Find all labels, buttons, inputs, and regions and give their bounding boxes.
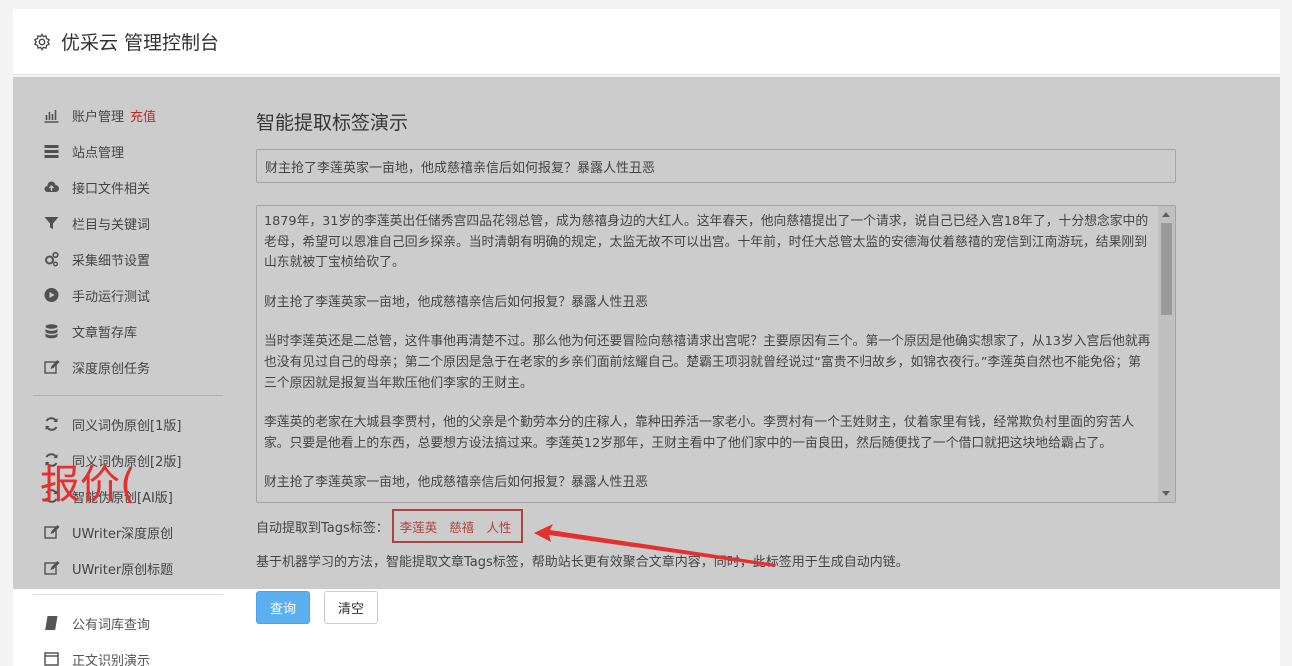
scroll-up-icon[interactable] bbox=[1162, 212, 1170, 217]
sidebar-item-label: 栏目与关键词 bbox=[72, 217, 151, 233]
sidebar-item-manual-run[interactable]: 手动运行测试 bbox=[33, 277, 223, 313]
watermark-text: 报价( bbox=[40, 462, 136, 508]
sidebar-item-label: 深度原创任务 bbox=[72, 361, 151, 377]
bar-chart-icon bbox=[44, 110, 59, 123]
query-button[interactable]: 查询 bbox=[256, 591, 310, 624]
sidebar-item-label: 同义词伪原创[1版] bbox=[72, 418, 182, 434]
edit-icon bbox=[44, 525, 60, 539]
scrollbar-thumb[interactable] bbox=[1161, 223, 1172, 315]
sidebar-item-label: UWriter原创标题 bbox=[72, 562, 174, 578]
edit-icon bbox=[44, 561, 60, 575]
edit-icon bbox=[44, 360, 60, 374]
sidebar-item-label: 文章暂存库 bbox=[72, 325, 138, 341]
sidebar-item-label: UWriter深度原创 bbox=[72, 526, 174, 542]
recharge-link[interactable]: 充值 bbox=[130, 106, 156, 125]
content-paragraph: 当时李莲英还是二总管，这件事他再清楚不过。那么他为何还要冒险向慈禧请求出宫呢？主… bbox=[264, 334, 1151, 391]
sidebar-item-label: 手动运行测试 bbox=[72, 289, 151, 305]
sidebar-item-collect-settings[interactable]: 采集细节设置 bbox=[33, 241, 223, 277]
refresh-icon bbox=[45, 417, 58, 431]
sidebar-item-label: 正文识别演示 bbox=[72, 653, 151, 666]
sidebar-item-account[interactable]: 账户管理 充值 bbox=[33, 97, 223, 133]
window-icon bbox=[44, 652, 59, 666]
sidebar-item-label: 采集细节设置 bbox=[72, 253, 151, 269]
clear-button[interactable]: 清空 bbox=[324, 591, 378, 624]
sidebar-item-label: 账户管理 bbox=[72, 109, 125, 125]
article-title-input[interactable] bbox=[256, 149, 1176, 183]
tag-item[interactable]: 慈禧 bbox=[449, 517, 474, 536]
sidebar-item-label: 公有词库查询 bbox=[72, 617, 151, 633]
sidebar-item-public-lexicon[interactable]: 公有词库查询 bbox=[33, 605, 223, 641]
article-content-text: 1879年，31岁的李莲英出任储秀宫四品花翎总管，成为慈禧身边的大红人。这年春天… bbox=[264, 212, 1152, 502]
content-paragraph: 财主抢了李莲英家一亩地，他成慈禧亲信后如何报复？暴露人性丑恶 bbox=[264, 294, 648, 310]
scroll-down-icon[interactable] bbox=[1162, 491, 1170, 496]
content-paragraph: 李莲英的老家在大城县李贾村，他的父亲是个勤劳本分的庄稼人，靠种田养活一家老小。李… bbox=[264, 415, 1135, 451]
action-buttons: 查询 清空 bbox=[256, 591, 378, 624]
gear-icon bbox=[33, 32, 51, 51]
page-title: 智能提取标签演示 bbox=[256, 112, 409, 134]
database-icon bbox=[45, 324, 58, 339]
cogs-icon bbox=[45, 251, 59, 267]
book-icon bbox=[45, 616, 58, 630]
sidebar-divider bbox=[33, 395, 223, 396]
main-content: 智能提取标签演示 1879年，31岁的李莲英出任储秀宫四品花翎总管，成为慈禧身边… bbox=[256, 107, 1178, 624]
sidebar-item-label: 站点管理 bbox=[72, 145, 125, 161]
sidebar-item-label: 接口文件相关 bbox=[72, 181, 151, 197]
sidebar-item-columns-keywords[interactable]: 栏目与关键词 bbox=[33, 205, 223, 241]
annotation-arrow-icon bbox=[534, 524, 776, 567]
sidebar-item-text-recognition[interactable]: 正文识别演示 bbox=[33, 641, 223, 666]
cloud-upload-icon bbox=[44, 181, 59, 192]
tag-item[interactable]: 李莲英 bbox=[400, 517, 438, 536]
sidebar-item-uwriter-title[interactable]: UWriter原创标题 bbox=[33, 550, 223, 586]
top-header: 优采云 管理控制台 bbox=[13, 9, 1280, 75]
server-icon bbox=[44, 145, 59, 158]
sidebar-item-interface-files[interactable]: 接口文件相关 bbox=[33, 169, 223, 205]
sidebar-item-synonym-v1[interactable]: 同义词伪原创[1版] bbox=[33, 406, 223, 442]
content-scrollbar[interactable] bbox=[1158, 206, 1175, 502]
play-circle-icon bbox=[44, 288, 59, 302]
content-paragraph: 财主抢了李莲英家一亩地，他成慈禧亲信后如何报复？暴露人性丑恶 bbox=[264, 475, 648, 491]
tag-item[interactable]: 人性 bbox=[486, 517, 511, 536]
filter-icon bbox=[44, 217, 59, 229]
tags-row: 自动提取到Tags标签： 李莲英 慈禧 人性 bbox=[256, 509, 524, 543]
tags-box: 李莲英 慈禧 人性 bbox=[391, 509, 524, 543]
sidebar-item-sites[interactable]: 站点管理 bbox=[33, 133, 223, 169]
sidebar-divider bbox=[33, 594, 223, 595]
content-paragraph: 1879年，31岁的李莲英出任储秀宫四品花翎总管，成为慈禧身边的大红人。这年春天… bbox=[264, 214, 1149, 271]
sidebar: 账户管理 充值 站点管理 接口文件相关 栏目与关键词 采集细节设置 手动运行测试… bbox=[33, 97, 223, 666]
sidebar-item-uwriter-deep[interactable]: UWriter深度原创 bbox=[33, 514, 223, 550]
article-content-textarea[interactable]: 1879年，31岁的李莲英出任储秀宫四品花翎总管，成为慈禧身边的大红人。这年春天… bbox=[256, 205, 1176, 503]
sidebar-item-article-store[interactable]: 文章暂存库 bbox=[33, 313, 223, 349]
tags-label: 自动提取到Tags标签： bbox=[256, 520, 389, 536]
sidebar-item-deep-original[interactable]: 深度原创任务 bbox=[33, 349, 223, 385]
main-panel: 账户管理 充值 站点管理 接口文件相关 栏目与关键词 采集细节设置 手动运行测试… bbox=[13, 77, 1280, 666]
app-title: 优采云 管理控制台 bbox=[61, 32, 220, 54]
